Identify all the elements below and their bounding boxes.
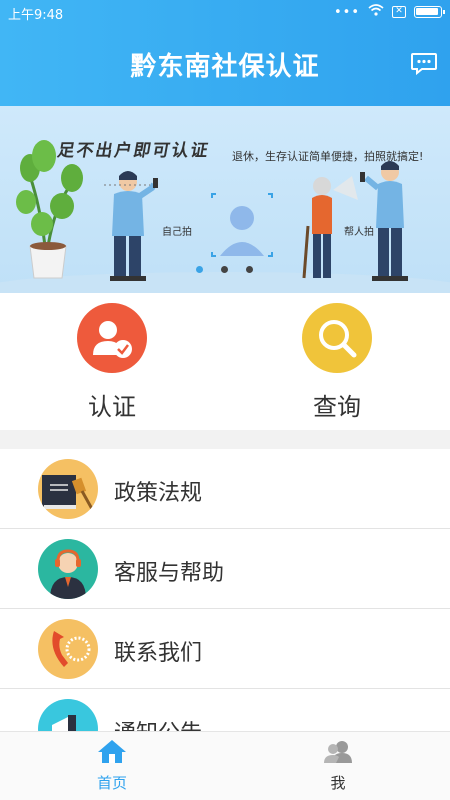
banner-illustration — [0, 140, 450, 293]
app-header: 上午9:48 ••• ✕ 黔东南社保认证 — [0, 0, 450, 106]
menu-item-support[interactable]: 客服与帮助 — [0, 529, 450, 609]
message-icon — [411, 53, 437, 76]
tab-home[interactable]: 首页 — [67, 738, 157, 793]
promo-banner[interactable]: 足不出户即可认证 退休，生存认证简单便捷，拍照就搞定! 自己拍 帮人拍 — [0, 106, 450, 293]
menu-list: 政策法规 客服与帮助 联系我们 — [0, 449, 450, 769]
menu-item-policy[interactable]: 政策法规 — [0, 449, 450, 529]
person-check-icon — [77, 303, 147, 373]
home-icon — [98, 740, 126, 763]
tab-me-label: 我 — [330, 774, 346, 792]
helper-person — [360, 161, 408, 281]
users-icon — [324, 741, 352, 763]
banner-self-label: 自己拍 — [162, 227, 192, 238]
certify-button[interactable]: 认证 — [52, 303, 172, 422]
status-time: 上午9:48 — [8, 8, 64, 23]
menu-item-contact[interactable]: 联系我们 — [0, 609, 450, 689]
sim-icon: ✕ — [392, 6, 406, 18]
status-icons: ••• ✕ — [333, 4, 445, 20]
support-agent-icon — [38, 539, 98, 599]
menu-item-label: 联系我们 — [114, 641, 203, 666]
tab-home-label: 首页 — [96, 774, 127, 792]
banner-headline: 足不出户即可认证 — [55, 141, 212, 161]
search-icon — [302, 303, 372, 373]
law-book-icon — [38, 459, 98, 519]
status-bar: 上午9:48 ••• ✕ — [0, 0, 450, 24]
query-label: 查询 — [313, 393, 361, 421]
message-button[interactable] — [410, 52, 438, 76]
banner-helper-label: 帮人拍 — [344, 227, 374, 238]
banner-pager[interactable] — [196, 266, 253, 273]
page-title: 黔东南社保认证 — [130, 52, 320, 82]
battery-icon — [414, 6, 445, 18]
pager-dot[interactable] — [246, 266, 253, 273]
face-frame — [211, 193, 273, 257]
quick-actions: 认证 查询 — [0, 293, 450, 430]
certify-label: 认证 — [88, 393, 136, 421]
bottom-tab-bar: 首页 我 — [0, 731, 450, 800]
menu-item-label: 政策法规 — [114, 481, 203, 506]
self-photo-person — [104, 171, 158, 281]
pager-dot-active[interactable] — [196, 266, 203, 273]
banner-subline: 退休，生存认证简单便捷，拍照就搞定! — [232, 150, 424, 163]
pager-dot[interactable] — [221, 266, 228, 273]
more-dots-icon: ••• — [333, 4, 360, 20]
menu-item-label: 客服与帮助 — [114, 561, 225, 586]
wifi-icon — [368, 4, 384, 20]
query-button[interactable]: 查询 — [277, 303, 397, 422]
tab-me[interactable]: 我 — [293, 738, 383, 793]
phone-icon — [38, 619, 98, 679]
